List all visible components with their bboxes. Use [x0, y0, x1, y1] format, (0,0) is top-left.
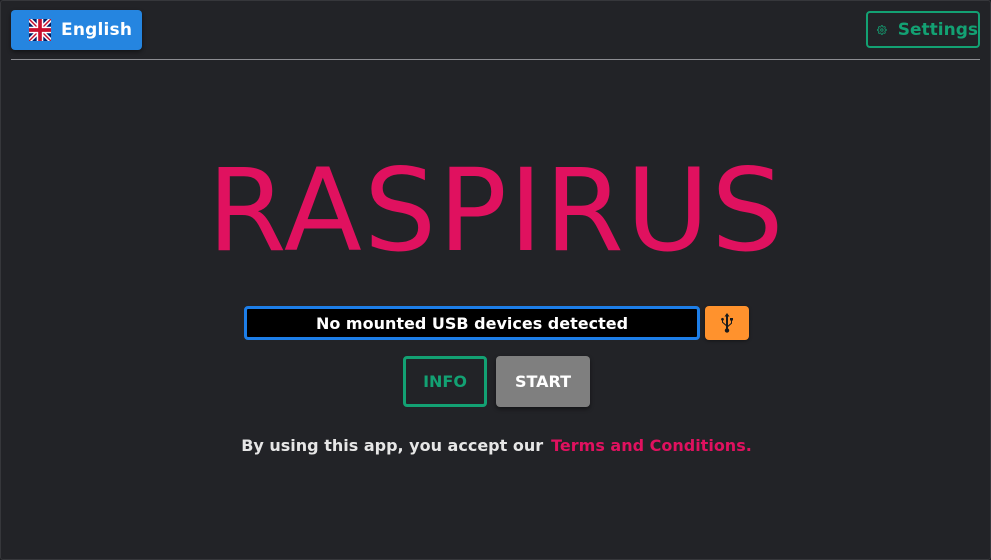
top-bar: English Settings [11, 1, 980, 60]
usb-refresh-button[interactable] [705, 306, 749, 340]
usb-icon [721, 313, 733, 333]
app-window: English Settings RASPIRUS No mounted USB… [0, 0, 991, 560]
settings-label: Settings [897, 19, 978, 40]
terms-text: By using this app, you accept our [241, 436, 544, 455]
usb-device-select[interactable]: No mounted USB devices detected [244, 306, 700, 340]
app-title: RASPIRUS [207, 144, 786, 277]
uk-flag-icon [29, 19, 51, 41]
usb-select-value: No mounted USB devices detected [315, 313, 629, 333]
settings-button[interactable]: Settings [866, 11, 980, 48]
terms-link[interactable]: Terms and Conditions. [551, 436, 752, 455]
language-button[interactable]: English [11, 10, 142, 50]
terms-notice: By using this app, you accept our Terms a… [1, 436, 990, 455]
language-label: English [61, 20, 133, 40]
info-button[interactable]: INFO [403, 356, 487, 407]
gear-icon [877, 24, 887, 35]
start-button[interactable]: START [496, 356, 590, 407]
